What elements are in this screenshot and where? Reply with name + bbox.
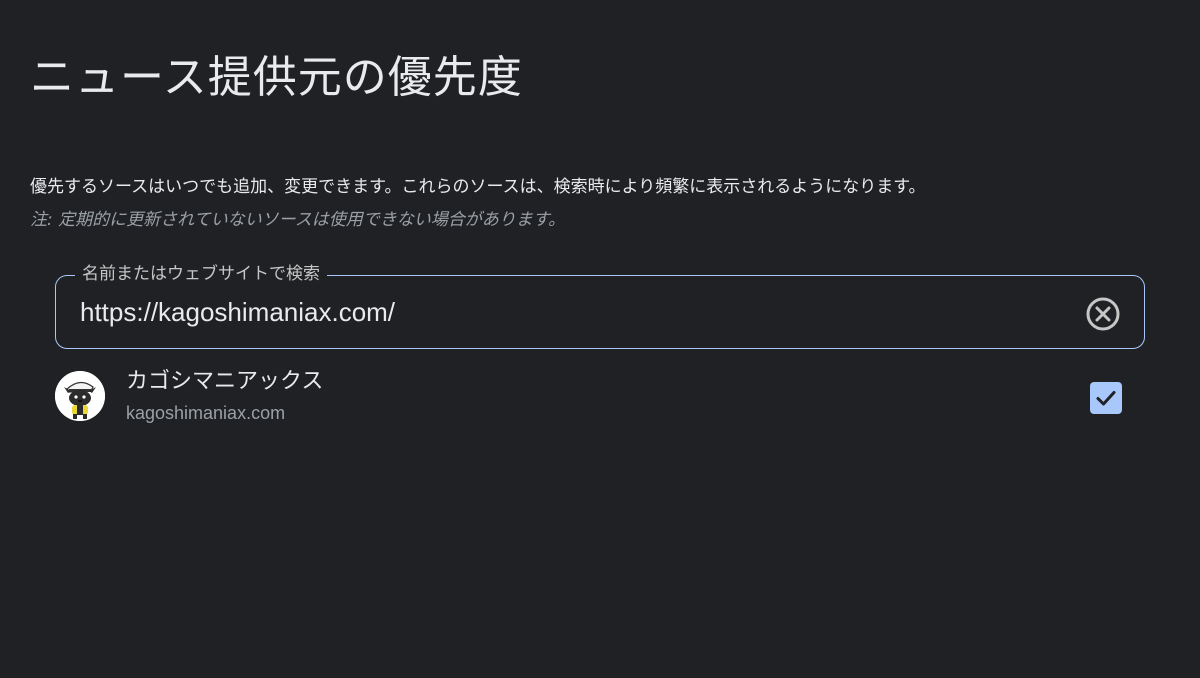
clear-search-button[interactable]: [1086, 297, 1120, 331]
search-label: 名前またはウェブサイトで検索: [75, 261, 327, 287]
checkmark-icon: [1096, 391, 1116, 406]
page-title: ニュース提供元の優先度: [30, 52, 523, 103]
source-checkbox[interactable]: [1090, 382, 1122, 414]
source-name: カゴシマニアックス: [126, 369, 324, 394]
list-item: カゴシマニアックス kagoshimaniax.com: [55, 365, 1145, 429]
avatar: [55, 371, 105, 421]
close-circle-icon: [1086, 297, 1120, 331]
search-field[interactable]: 名前またはウェブサイトで検索: [55, 261, 1145, 349]
source-domain: kagoshimaniax.com: [126, 403, 286, 423]
page-description: 優先するソースはいつでも追加、変更できます。これらのソースは、検索時により頻繁に…: [30, 177, 926, 197]
page-note: 注: 定期的に更新されていないソースは使用できない場合があります。: [30, 210, 566, 230]
dog-mascot-logo: [55, 371, 105, 421]
search-input[interactable]: [80, 290, 1060, 334]
